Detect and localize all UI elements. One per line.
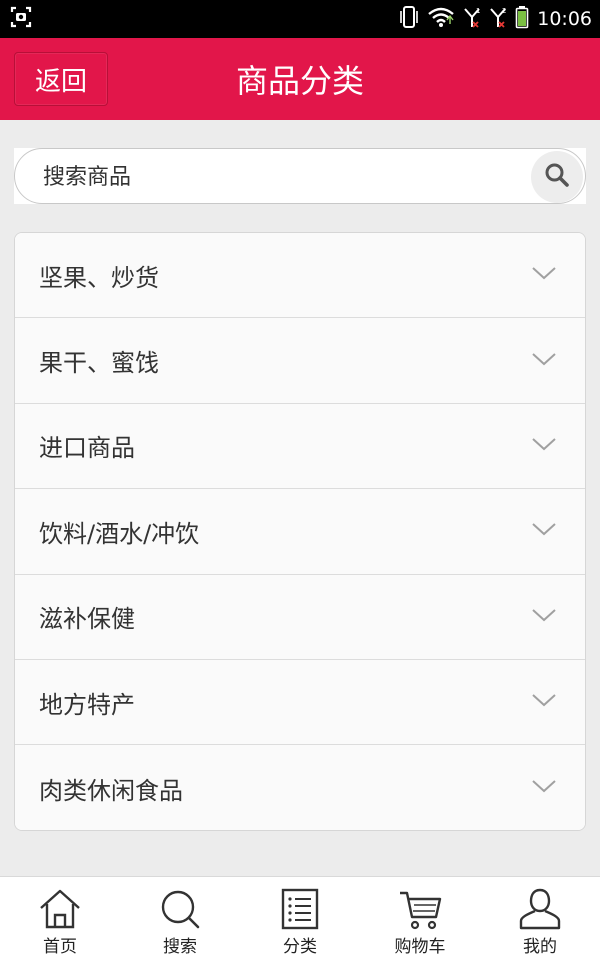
chevron-down-icon bbox=[531, 692, 557, 712]
search-button[interactable] bbox=[531, 151, 583, 203]
screenshot-icon bbox=[10, 6, 32, 32]
chevron-down-icon bbox=[531, 436, 557, 456]
status-left bbox=[10, 6, 32, 32]
nav-item-profile[interactable]: 我的 bbox=[480, 877, 600, 960]
search-bar bbox=[14, 148, 586, 204]
category-label: 饮料/酒水/冲饮 bbox=[39, 519, 200, 548]
svg-text:1: 1 bbox=[476, 7, 480, 15]
user-icon bbox=[519, 888, 561, 930]
chevron-down-icon bbox=[531, 521, 557, 541]
category-list: 坚果、炒货 果干、蜜饯 进口商品 饮料/酒水/冲饮 滋补保健 地方特产 肉类休闲… bbox=[14, 232, 586, 831]
search-icon bbox=[543, 161, 571, 193]
svg-text:2: 2 bbox=[502, 7, 506, 15]
search-box bbox=[14, 148, 586, 204]
search-icon bbox=[161, 890, 200, 929]
battery-icon bbox=[515, 5, 529, 33]
nav-label: 搜索 bbox=[163, 937, 197, 957]
signal-2-icon: 2 bbox=[489, 5, 507, 33]
home-icon bbox=[40, 889, 80, 929]
nav-item-cart[interactable]: 购物车 bbox=[360, 877, 480, 960]
search-input[interactable] bbox=[43, 157, 513, 197]
nav-item-home[interactable]: 首页 bbox=[0, 877, 120, 960]
category-label: 坚果、炒货 bbox=[39, 263, 159, 292]
list-icon bbox=[281, 888, 319, 930]
category-label: 肉类休闲食品 bbox=[39, 776, 183, 805]
category-item[interactable]: 肉类休闲食品 bbox=[15, 745, 585, 830]
chevron-down-icon bbox=[531, 351, 557, 371]
category-item[interactable]: 坚果、炒货 bbox=[15, 233, 585, 319]
nav-label: 首页 bbox=[43, 937, 77, 957]
chevron-down-icon bbox=[531, 607, 557, 627]
category-item[interactable]: 饮料/酒水/冲饮 bbox=[15, 489, 585, 575]
category-item[interactable]: 地方特产 bbox=[15, 659, 585, 746]
chevron-down-icon bbox=[531, 265, 557, 285]
nav-item-search[interactable]: 搜索 bbox=[120, 877, 240, 960]
signal-1-icon: 1 bbox=[463, 5, 481, 33]
nav-label: 分类 bbox=[283, 937, 317, 957]
nav-label: 购物车 bbox=[394, 937, 446, 957]
category-item[interactable]: 滋补保健 bbox=[15, 574, 585, 660]
category-label: 进口商品 bbox=[39, 434, 135, 463]
bottom-nav: 首页 搜索 分类 购物车 我的 bbox=[0, 876, 600, 960]
cart-icon bbox=[400, 891, 442, 930]
chevron-down-icon bbox=[531, 778, 557, 798]
category-label: 滋补保健 bbox=[39, 605, 135, 634]
back-button[interactable]: 返回 bbox=[14, 52, 108, 106]
status-time: 10:06 bbox=[537, 8, 592, 30]
category-item[interactable]: 果干、蜜饯 bbox=[15, 318, 585, 404]
status-bar: 1 2 10:06 bbox=[0, 0, 600, 38]
vibrate-icon bbox=[399, 5, 419, 33]
category-label: 果干、蜜饯 bbox=[39, 349, 159, 378]
status-right: 1 2 10:06 bbox=[399, 5, 592, 33]
wifi-icon bbox=[427, 6, 455, 32]
nav-item-category[interactable]: 分类 bbox=[240, 877, 360, 960]
category-item[interactable]: 进口商品 bbox=[15, 403, 585, 490]
app-header: 商品分类 返回 bbox=[0, 38, 600, 120]
nav-label: 我的 bbox=[523, 937, 557, 957]
category-label: 地方特产 bbox=[39, 690, 135, 719]
